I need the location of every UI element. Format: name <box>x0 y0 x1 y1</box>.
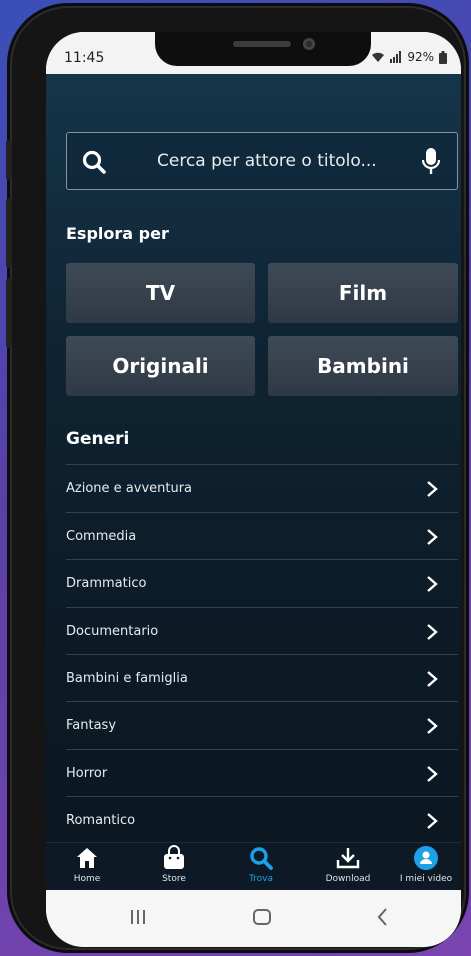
chevron-right-icon <box>427 576 438 592</box>
genre-item[interactable]: Commedia <box>66 512 458 560</box>
genre-item[interactable]: Documentario <box>66 607 458 655</box>
genres-heading: Generi <box>66 429 130 449</box>
genre-item[interactable]: Drammatico <box>66 559 458 607</box>
genre-label: Azione e avventura <box>66 481 193 496</box>
explore-heading: Esplora per <box>66 224 169 243</box>
phone-screen: 11:45 92% Cerca per attore o titolo... E… <box>46 32 461 947</box>
chevron-right-icon <box>427 481 438 497</box>
search-icon <box>250 847 273 870</box>
find-page: Cerca per attore o titolo... Esplora per… <box>46 74 461 842</box>
chevron-right-icon <box>427 671 438 687</box>
tab-label: I miei video <box>399 874 453 884</box>
tab-label: Download <box>325 874 371 884</box>
phone-side-button <box>6 140 12 180</box>
genre-item[interactable]: Bambini e famiglia <box>66 654 458 702</box>
genre-label: Drammatico <box>66 576 147 591</box>
battery-icon <box>439 50 447 64</box>
shopping-bag-icon <box>164 845 184 869</box>
explore-tile-film[interactable]: Film <box>268 263 458 323</box>
tab-store[interactable]: Store <box>139 845 209 889</box>
genre-label: Documentario <box>66 624 159 639</box>
genre-label: Commedia <box>66 529 137 544</box>
home-button-icon[interactable] <box>251 906 273 928</box>
phone-side-button <box>6 278 12 348</box>
status-time: 11:45 <box>64 50 105 66</box>
tab-home[interactable]: Home <box>52 845 122 889</box>
genre-item[interactable]: Horror <box>66 749 458 797</box>
explore-tile-kids[interactable]: Bambini <box>268 336 458 396</box>
signal-icon <box>390 51 402 63</box>
chevron-right-icon <box>427 624 438 640</box>
chevron-right-icon <box>427 813 438 829</box>
search-icon <box>82 150 106 174</box>
tab-download[interactable]: Download <box>313 845 383 889</box>
status-bar: 11:45 92% <box>46 32 461 74</box>
tab-label: Store <box>162 874 186 884</box>
search-input[interactable]: Cerca per attore o titolo... <box>66 132 458 190</box>
microphone-icon[interactable] <box>421 147 441 177</box>
back-icon[interactable] <box>372 906 394 928</box>
search-placeholder: Cerca per attore o titolo... <box>157 151 377 171</box>
earpiece-speaker <box>233 41 291 47</box>
front-camera <box>303 38 315 50</box>
genre-item[interactable]: Azione e avventura <box>66 464 458 512</box>
chevron-right-icon <box>427 529 438 545</box>
explore-tile-originals[interactable]: Originali <box>66 336 255 396</box>
genre-item[interactable]: Fantasy <box>66 701 458 749</box>
tab-find[interactable]: Trova <box>226 845 296 889</box>
profile-icon <box>414 846 438 870</box>
chevron-right-icon <box>427 766 438 782</box>
explore-tile-tv[interactable]: TV <box>66 263 255 323</box>
phone-side-button <box>6 198 12 268</box>
genre-label: Fantasy <box>66 718 117 733</box>
chevron-right-icon <box>427 718 438 734</box>
system-navigation-bar <box>46 890 461 947</box>
genre-label: Horror <box>66 766 108 781</box>
bottom-tab-bar: Home Store Trova Download I miei video <box>46 842 461 890</box>
tab-my-videos[interactable]: I miei video <box>393 845 459 889</box>
download-icon <box>336 848 360 869</box>
recent-apps-icon[interactable] <box>127 906 149 928</box>
tab-label: Home <box>73 874 101 884</box>
tab-label: Trova <box>248 874 274 884</box>
genre-item[interactable]: Romantico <box>66 796 458 844</box>
home-icon <box>77 848 97 868</box>
phone-frame: 11:45 92% Cerca per attore o titolo... E… <box>6 6 466 950</box>
genre-label: Bambini e famiglia <box>66 671 188 686</box>
wifi-icon <box>372 52 385 62</box>
camera-notch <box>155 32 371 66</box>
battery-percentage: 92% <box>407 50 434 64</box>
genre-label: Romantico <box>66 813 136 828</box>
